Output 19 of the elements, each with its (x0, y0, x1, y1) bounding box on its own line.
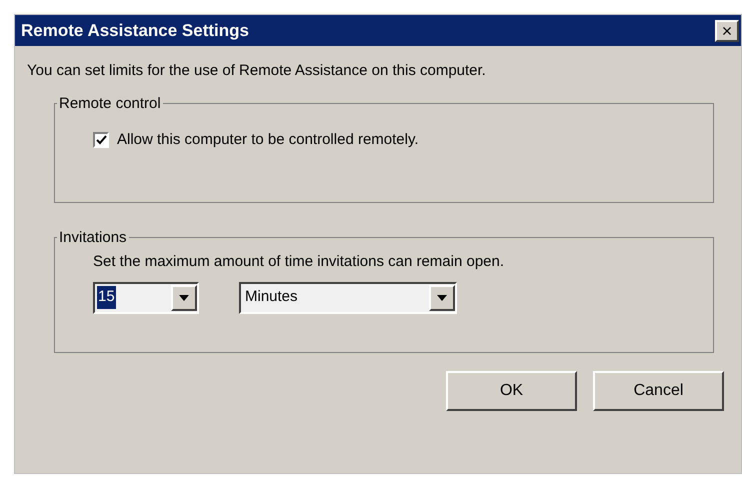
dropdown-button[interactable] (429, 284, 455, 310)
dropdown-value: 15 (97, 286, 116, 309)
group-legend: Remote control (57, 92, 163, 115)
check-icon (96, 135, 106, 146)
dropdown-value: Minutes (245, 287, 298, 308)
amount-dropdown[interactable]: 15 (93, 282, 199, 314)
group-legend: Invitations (57, 226, 129, 249)
checkbox-label: Allow this computer to be controlled remotely. (117, 130, 419, 150)
dialog-button[interactable]: OK (446, 370, 577, 410)
unit-dropdown[interactable]: Minutes (239, 282, 457, 314)
intro-text: You can set limits for the use of Remote Assistance on this computer. (27, 61, 487, 81)
description-text: Set the maximum amount of time invitations can remain open. (93, 252, 506, 272)
close-button[interactable]: × (715, 20, 739, 42)
caret-icon (437, 294, 447, 300)
window-title: Remote Assistance Settings (21, 20, 249, 42)
caret-icon (179, 294, 189, 300)
checkbox[interactable] (93, 132, 109, 148)
dropdown-button[interactable] (171, 284, 197, 310)
dialog-button[interactable]: Cancel (593, 370, 724, 410)
